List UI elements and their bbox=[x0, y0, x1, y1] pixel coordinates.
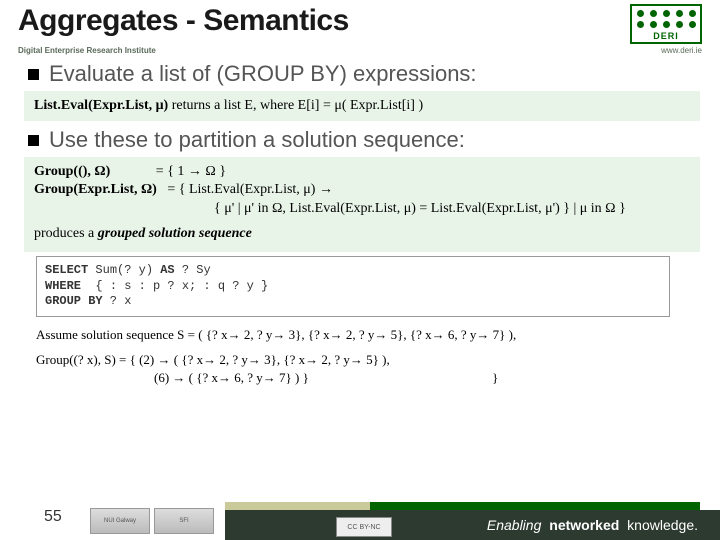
group-result-l1: Group((? x), S) = { (2) → ( {? x→ 2, ? y… bbox=[36, 352, 390, 367]
listeval-box: List.Eval(Expr.List, μ) returns a list E… bbox=[24, 91, 700, 121]
title-row: Aggregates - Semantics DERI bbox=[0, 0, 720, 46]
group-def-row1: Group((), Ω) = { 1 → Ω } bbox=[34, 163, 690, 182]
group-empty-lhs: Group((), Ω) bbox=[34, 164, 110, 179]
tagline-c: knowledge. bbox=[627, 517, 698, 533]
subhead-row: Digital Enterprise Research Institute ww… bbox=[0, 46, 720, 55]
content-area: Evaluate a list of (GROUP BY) expression… bbox=[0, 55, 720, 387]
bullet-icon bbox=[28, 69, 39, 80]
cc-badge: CC BY-NC bbox=[336, 517, 392, 537]
slide-title: Aggregates - Semantics bbox=[18, 4, 349, 38]
page-number: 55 bbox=[44, 508, 62, 526]
footer-bar: Enabling networked knowledge. bbox=[225, 510, 720, 540]
footer-stripe-green bbox=[370, 502, 700, 510]
group-expr-rhs1: = { List.Eval(Expr.List, μ) → bbox=[167, 182, 333, 197]
group-result-brace: } bbox=[312, 369, 498, 387]
group-expr-rhs2: { μ' | μ' in Ω, List.Eval(Expr.List, μ) … bbox=[34, 200, 690, 219]
assume-text: Assume solution sequence S = ( {? x→ 2, … bbox=[36, 327, 700, 343]
bullet-partition: Use these to partition a solution sequen… bbox=[28, 127, 700, 153]
deri-logo-dots bbox=[632, 6, 700, 31]
group-def-row2: Group(Expr.List, Ω) = { List.Eval(Expr.L… bbox=[34, 181, 690, 200]
footer-stripe-tan bbox=[225, 502, 370, 510]
bullet-eval: Evaluate a list of (GROUP BY) expression… bbox=[28, 61, 700, 87]
bullet-icon bbox=[28, 135, 39, 146]
group-empty-rhs: = { 1 → Ω } bbox=[156, 164, 226, 179]
group-box: Group((), Ω) = { 1 → Ω } Group(Expr.List… bbox=[24, 157, 700, 253]
footer-logos: NUI Galway SFI bbox=[90, 506, 220, 536]
bullet-text: Evaluate a list of (GROUP BY) expression… bbox=[49, 61, 477, 87]
deri-logo-text: DERI bbox=[632, 31, 700, 42]
bullet-text: Use these to partition a solution sequen… bbox=[49, 127, 465, 153]
group-result: Group((? x), S) = { (2) → ( {? x→ 2, ? y… bbox=[36, 351, 700, 387]
deri-logo: DERI bbox=[630, 4, 702, 44]
nui-logo: NUI Galway bbox=[90, 508, 150, 534]
group-result-l2: (6) → ( {? x→ 6, ? y→ 7} ) } bbox=[36, 369, 309, 387]
sfi-logo: SFI bbox=[154, 508, 214, 534]
group-produces: produces a grouped solution sequence bbox=[34, 225, 690, 244]
footer: Enabling networked knowledge. 55 NUI Gal… bbox=[0, 498, 720, 540]
slide: Aggregates - Semantics DERI Digital Ente… bbox=[0, 0, 720, 540]
sparql-code: SELECT Sum(? y) AS ? Sy WHERE { : s : p … bbox=[36, 256, 670, 317]
org-name: Digital Enterprise Research Institute bbox=[18, 46, 156, 55]
listeval-def: List.Eval(Expr.List, μ) returns a list E… bbox=[34, 98, 423, 113]
tagline-a: Enabling bbox=[487, 517, 542, 533]
group-expr-lhs: Group(Expr.List, Ω) bbox=[34, 182, 157, 197]
tagline-b: networked bbox=[549, 517, 619, 533]
org-url: www.deri.ie bbox=[661, 46, 702, 55]
